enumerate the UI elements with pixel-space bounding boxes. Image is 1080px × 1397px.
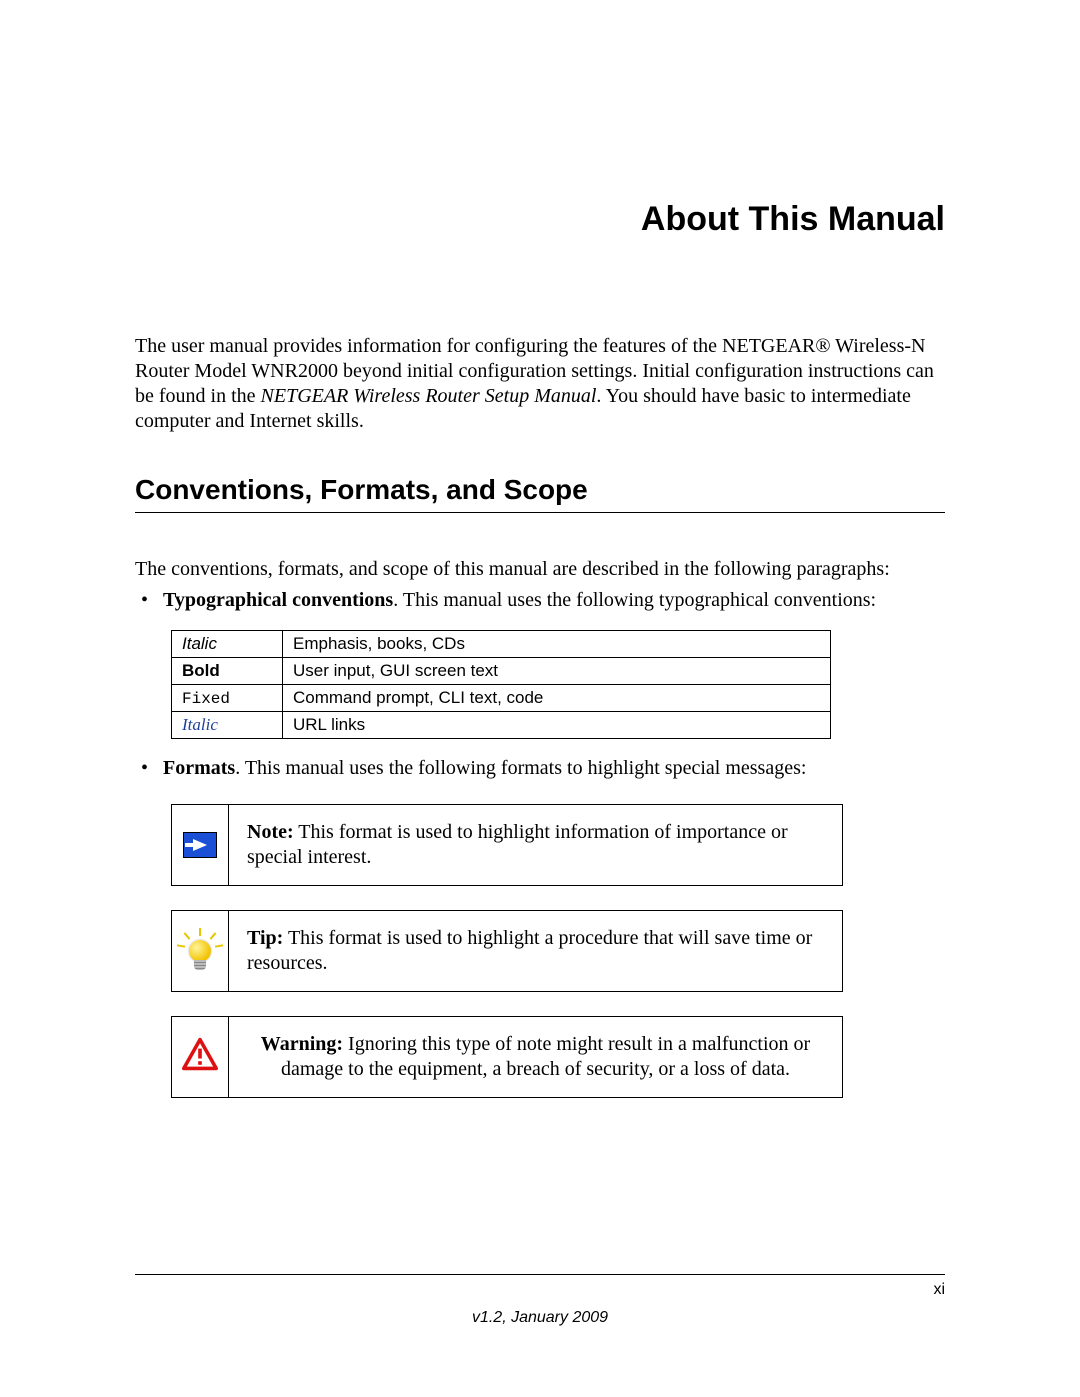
footer-version: v1.2, January 2009 xyxy=(0,1309,1080,1327)
footer-rule xyxy=(135,1274,945,1275)
callout-icon-cell xyxy=(172,1017,229,1097)
conv-style-label: Italic xyxy=(182,715,218,734)
conv-desc: Emphasis, books, CDs xyxy=(283,631,831,658)
conv-style-label: Italic xyxy=(182,634,217,653)
document-page: About This Manual The user manual provid… xyxy=(0,0,1080,1397)
callout-text: Tip: This format is used to highlight a … xyxy=(229,911,842,991)
conv-style-label: Bold xyxy=(182,661,220,680)
callout-body: This format is used to highlight informa… xyxy=(247,821,788,868)
page-number: xi xyxy=(933,1281,945,1299)
bullet-lead: Formats xyxy=(163,757,235,779)
intro-reference-italic: NETGEAR Wireless Router Setup Manual xyxy=(261,385,597,407)
lightbulb-icon xyxy=(182,928,218,974)
callout-label: Tip: xyxy=(247,927,283,949)
intro-paragraph: The user manual provides information for… xyxy=(135,334,945,434)
callout-icon-cell xyxy=(172,911,229,991)
table-row: Italic Emphasis, books, CDs xyxy=(172,631,831,658)
callout-text: Note: This format is used to highlight i… xyxy=(229,805,842,885)
section-intro: The conventions, formats, and scope of t… xyxy=(135,558,945,581)
chapter-title: About This Manual xyxy=(135,200,945,239)
bullet-typographical: Typographical conventions. This manual u… xyxy=(135,589,945,739)
bullet-list: Typographical conventions. This manual u… xyxy=(135,589,945,1098)
note-arrow-icon xyxy=(183,832,217,858)
callout-note: Note: This format is used to highlight i… xyxy=(171,804,843,886)
table-row: Italic URL links xyxy=(172,712,831,739)
bullet-rest: . This manual uses the following typogra… xyxy=(393,589,876,611)
callout-icon-cell xyxy=(172,805,229,885)
callout-body: Ignoring this type of note might result … xyxy=(281,1033,810,1080)
callout-text: Warning: Ignoring this type of note migh… xyxy=(229,1017,842,1097)
callout-tip: Tip: This format is used to highlight a … xyxy=(171,910,843,992)
bullet-lead: Typographical conventions xyxy=(163,589,393,611)
conv-desc: Command prompt, CLI text, code xyxy=(283,685,831,712)
table-row: Bold User input, GUI screen text xyxy=(172,658,831,685)
bullet-rest: . This manual uses the following formats… xyxy=(235,757,806,779)
callout-warning: Warning: Ignoring this type of note migh… xyxy=(171,1016,843,1098)
conv-desc: User input, GUI screen text xyxy=(283,658,831,685)
bullet-formats: Formats. This manual uses the following … xyxy=(135,757,945,1098)
callout-body: This format is used to highlight a proce… xyxy=(247,927,812,974)
conv-style-label: Fixed xyxy=(182,690,230,708)
warning-triangle-icon xyxy=(182,1037,218,1077)
conventions-table: Italic Emphasis, books, CDs Bold User in… xyxy=(171,630,831,739)
callout-label: Warning: xyxy=(261,1033,343,1055)
section-heading: Conventions, Formats, and Scope xyxy=(135,474,945,513)
table-row: Fixed Command prompt, CLI text, code xyxy=(172,685,831,712)
conv-desc: URL links xyxy=(283,712,831,739)
callout-label: Note: xyxy=(247,821,294,843)
